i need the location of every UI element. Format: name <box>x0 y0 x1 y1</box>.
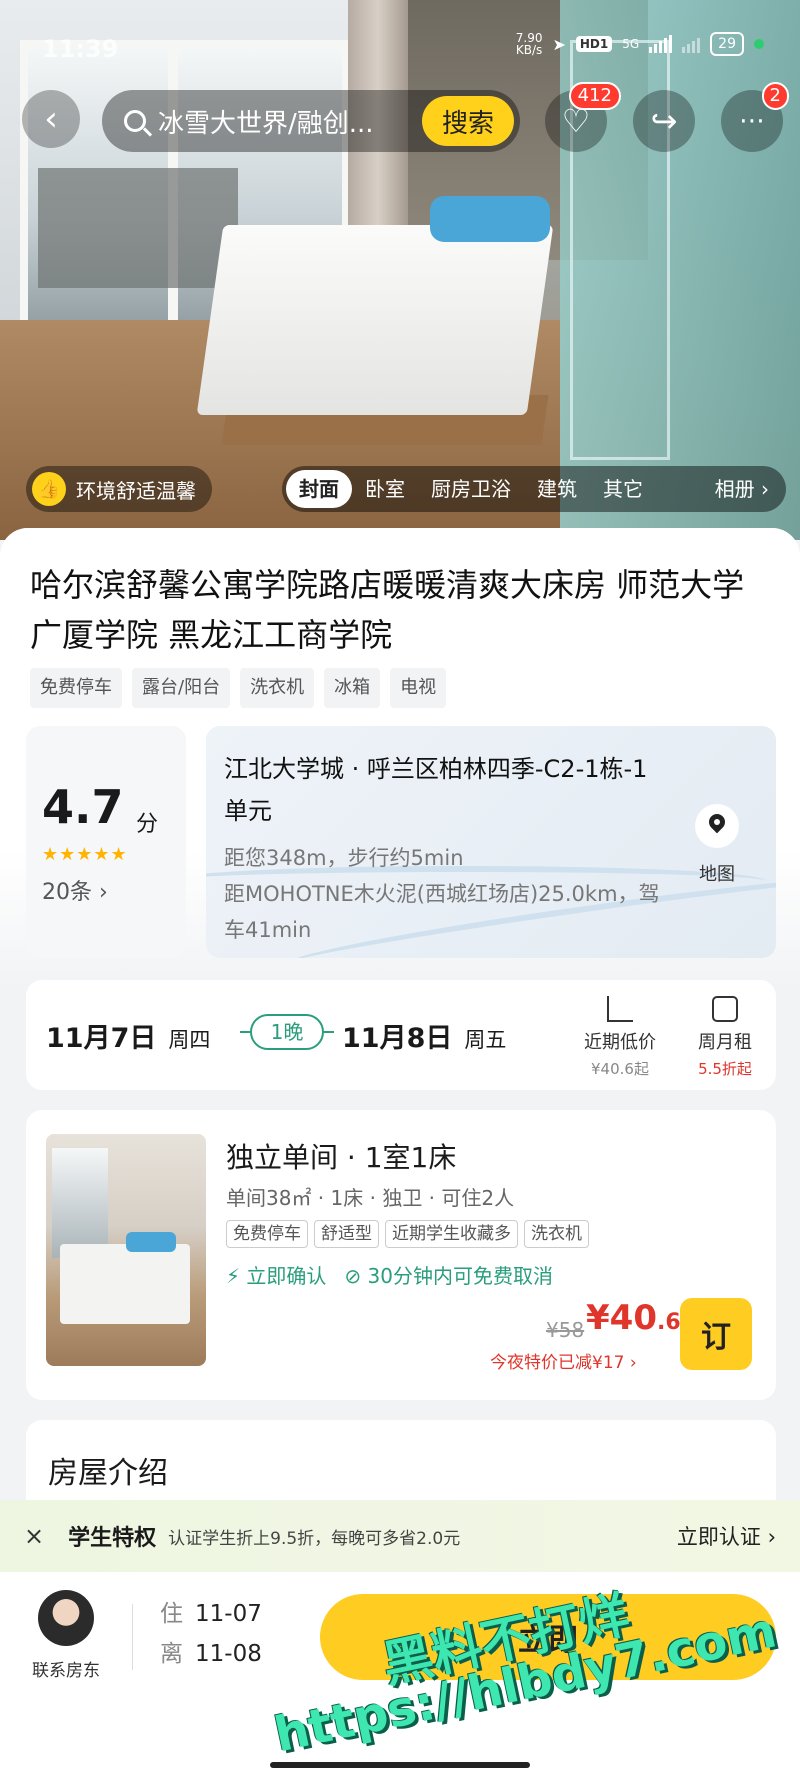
room-tag: 免费停车 <box>226 1220 308 1248</box>
favorite-button[interactable]: ♡ 412 <box>545 82 621 152</box>
amenity-tag: 洗衣机 <box>240 668 315 708</box>
status-bar: 11:39 7.90 KB/s ➤ HD1 5G 29 <box>0 0 800 90</box>
photo-pillow <box>430 196 550 242</box>
original-price: ¥58 <box>546 1318 585 1342</box>
low-price-button[interactable]: 近期低价 ¥40.6起 <box>584 996 656 1079</box>
rating-score: 4.7 <box>42 780 124 834</box>
privacy-dot-icon <box>754 39 764 49</box>
room-photo[interactable] <box>46 1134 206 1366</box>
current-price: ¥40.6 <box>586 1298 681 1338</box>
room-tag: 舒适型 <box>314 1220 379 1248</box>
room-name: 独立单间 · 1室1床 <box>226 1141 457 1174</box>
messages-button[interactable]: ⋯ 2 <box>721 82 789 152</box>
stay-checkout[interactable]: 离 11-08 <box>160 1634 262 1668</box>
room-tags: 免费停车 舒适型 近期学生收藏多 洗衣机 <box>226 1220 589 1248</box>
room-tag: 洗衣机 <box>524 1220 589 1248</box>
rating-card[interactable]: 4.7 分 ★★★★★ 20条 › <box>26 726 186 958</box>
amenity-tag: 免费停车 <box>30 668 122 708</box>
monthly-rent-button[interactable]: 周月租 5.5折起 <box>698 996 752 1079</box>
checkin-date[interactable]: 11月7日 周四 <box>46 1016 210 1055</box>
home-indicator <box>270 1762 530 1768</box>
environment-tag[interactable]: 👍 环境舒适温馨 <box>26 466 212 512</box>
amenity-tag: 冰箱 <box>324 668 381 708</box>
chat-icon: ⋯ <box>739 106 765 136</box>
location-address: 江北大学城 · 呼兰区柏林四季-C2-1栋-1单元 <box>224 755 648 825</box>
favorites-badge: 412 <box>568 82 621 110</box>
student-privilege-desc: 认证学生折上9.5折，每晚可多省2.0元 <box>168 1528 461 1549</box>
house-intro-title: 房屋介绍 <box>48 1456 168 1491</box>
contact-host-label: 联系房东 <box>32 1661 100 1681</box>
divider <box>132 1604 133 1670</box>
free-cancel-label: ⊘ 30分钟内可免费取消 <box>344 1264 553 1288</box>
checkout-date[interactable]: 11月8日 周五 <box>342 1016 506 1055</box>
room-card[interactable]: 独立单间 · 1室1床 单间38㎡ · 1床 · 独卫 · 可住2人 免费停车 … <box>26 1110 776 1400</box>
environment-tag-label: 环境舒适温馨 <box>76 478 196 503</box>
verify-now-link[interactable]: 立即认证 › <box>677 1521 776 1551</box>
photo-tab-kitchen-bath[interactable]: 厨房卫浴 <box>418 470 524 508</box>
chart-icon <box>607 996 633 1022</box>
stay-checkin[interactable]: 住 11-07 <box>160 1594 262 1628</box>
review-count-link[interactable]: 20条 › <box>42 874 108 906</box>
student-privilege-title: 学生特权 <box>68 1526 157 1551</box>
photo-tab-cover[interactable]: 封面 <box>286 470 352 508</box>
map-button[interactable]: 地图 <box>682 804 752 886</box>
messages-badge: 2 <box>761 82 789 110</box>
search-bar[interactable]: 冰雪大世界/融创... 搜索 <box>102 90 520 152</box>
map-button-label: 地图 <box>699 864 735 885</box>
book-button[interactable]: 订 <box>680 1298 752 1370</box>
photo-album-link[interactable]: 相册 › <box>702 470 782 508</box>
photo-tabs: 封面 卧室 厨房卫浴 建筑 其它 相册 › <box>282 466 786 512</box>
network-label: 5G <box>622 37 640 51</box>
discount-note[interactable]: 今夜特价已减¥17 › <box>490 1348 637 1373</box>
nights-badge: 1晚 <box>240 1014 334 1050</box>
avatar <box>38 1590 94 1646</box>
amenity-tags: 免费停车 露台/阳台 洗衣机 冰箱 电视 <box>30 668 447 708</box>
listing-title: 哈尔滨舒馨公寓学院路店暖暖清爽大床房 师范大学 广厦学院 黑龙江工商学院 <box>30 566 745 654</box>
photo-tab-other[interactable]: 其它 <box>590 470 656 508</box>
amenity-tag: 露台/阳台 <box>132 668 231 708</box>
location-drive-distance: 距MOHOTNE木火泥(西城红场店)25.0km，驾车41min <box>224 882 660 942</box>
photo-bed <box>196 225 554 415</box>
location-card[interactable]: 江北大学城 · 呼兰区柏林四季-C2-1栋-1单元 距您348m，步行约5min… <box>206 726 776 958</box>
net-speed: 7.90 KB/s <box>515 31 543 57</box>
back-button[interactable]: ‹ <box>22 90 80 148</box>
photo-tab-building[interactable]: 建筑 <box>524 470 590 508</box>
contact-host-button[interactable]: 联系房东 <box>26 1590 106 1681</box>
share-button[interactable]: ↪ <box>633 90 695 152</box>
map-pin-icon <box>695 804 739 848</box>
room-tag: 近期学生收藏多 <box>385 1220 518 1248</box>
signal-icon <box>649 35 673 53</box>
photo-tab-bedroom[interactable]: 卧室 <box>352 470 418 508</box>
search-button[interactable]: 搜索 <box>422 96 514 146</box>
rating-unit: 分 <box>136 812 159 837</box>
calendar-icon <box>712 996 738 1022</box>
instant-confirm-label: ⚡ 立即确认 <box>226 1264 327 1288</box>
status-time: 11:39 <box>42 35 119 63</box>
date-selector[interactable]: 11月7日 周四 1晚 11月8日 周五 近期低价 ¥40.6起 周月租 5.5折起 <box>26 980 776 1090</box>
share-icon: ↪ <box>650 102 678 140</box>
chevron-left-icon: ‹ <box>44 99 58 139</box>
location-arrow-icon: ➤ <box>552 34 566 54</box>
status-icons: 7.90 KB/s ➤ HD1 5G 29 <box>516 32 764 56</box>
student-privilege-bar[interactable]: × 学生特权 认证学生折上9.5折，每晚可多省2.0元 立即认证 › <box>0 1500 800 1572</box>
search-input[interactable]: 冰雪大世界/融创... <box>158 103 398 140</box>
location-walk-distance: 距您348m，步行约5min <box>224 846 464 870</box>
close-icon[interactable]: × <box>24 1522 44 1550</box>
hd-badge: HD1 <box>575 36 613 52</box>
room-features: ⚡ 立即确认 ⊘ 30分钟内可免费取消 <box>226 1260 553 1289</box>
thumbs-up-icon: 👍 <box>32 472 66 506</box>
room-spec: 单间38㎡ · 1床 · 独卫 · 可住2人 <box>226 1186 515 1210</box>
search-icon <box>124 110 146 132</box>
battery-icon: 29 <box>710 32 744 56</box>
star-rating-icon: ★★★★★ <box>42 844 128 865</box>
signal-2-icon <box>682 35 701 53</box>
amenity-tag: 电视 <box>390 668 447 708</box>
